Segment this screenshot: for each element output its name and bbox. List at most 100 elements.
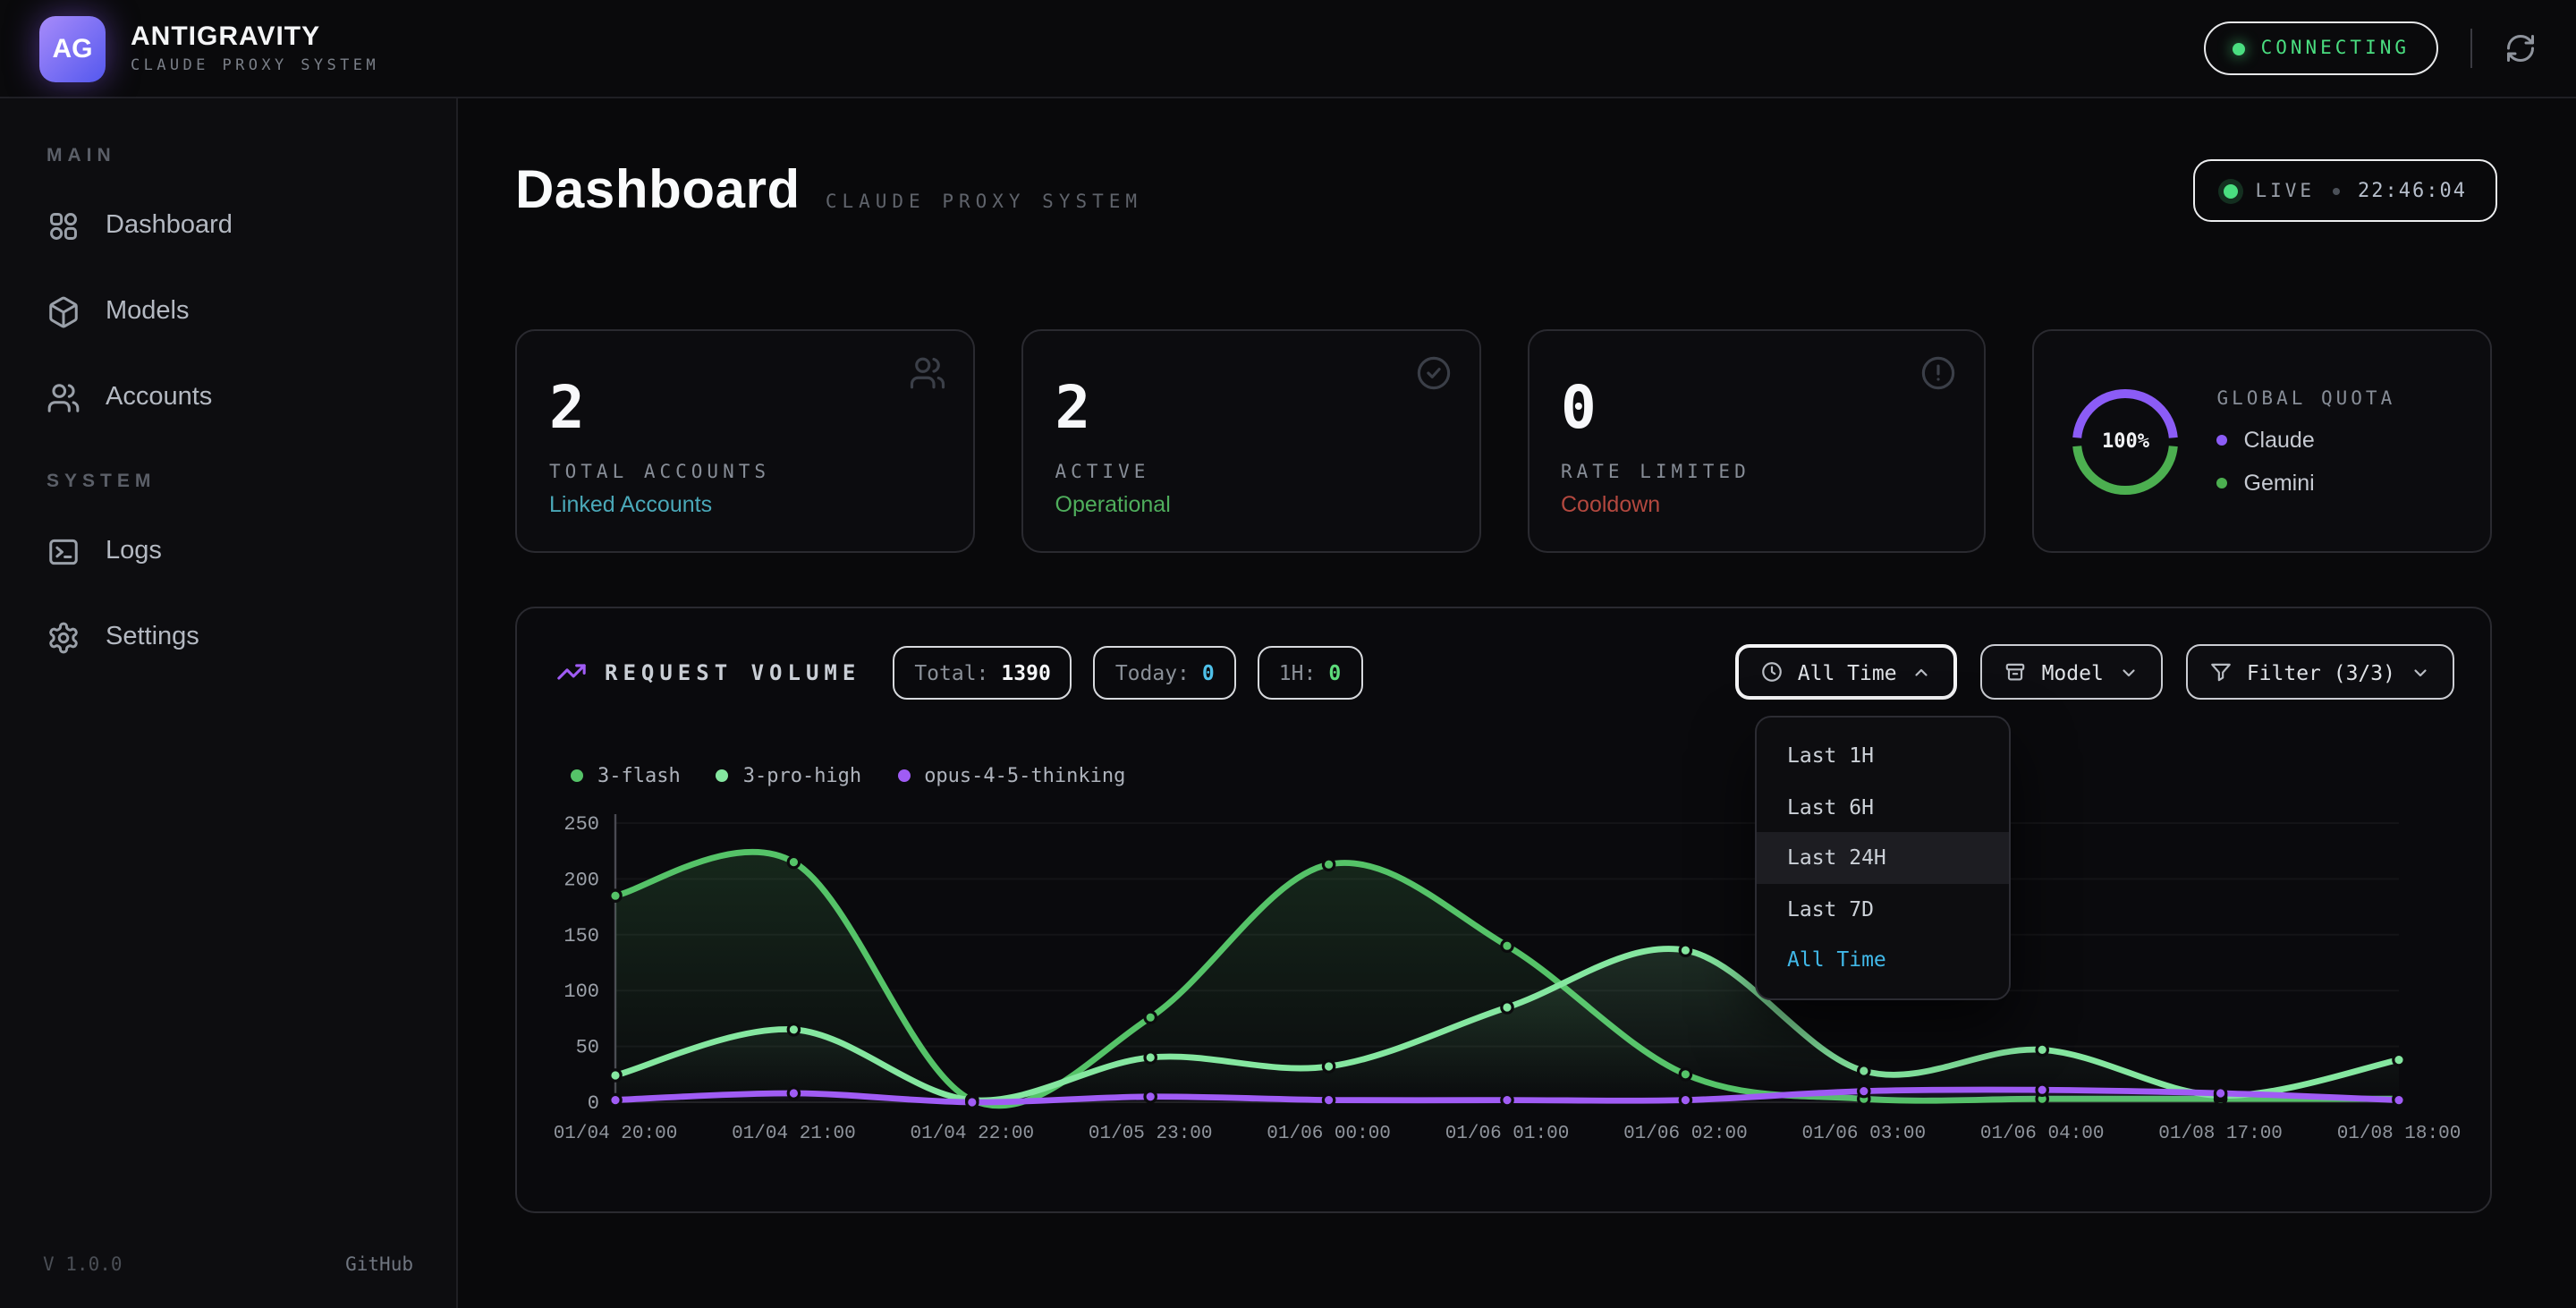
legend-dot-icon — [897, 769, 910, 782]
alert-circle-icon — [1920, 354, 1958, 401]
legend-item-opus[interactable]: opus-4-5-thinking — [897, 764, 1125, 787]
stat-badges: Total: 1390 Today: 0 1H: 0 — [893, 645, 1362, 699]
page-header: Dashboard CLAUDE PROXY SYSTEM LIVE 22:46… — [515, 159, 2497, 222]
page-title: Dashboard — [515, 160, 801, 221]
sidebar-item-label: Accounts — [106, 383, 212, 412]
card-rate-limited: 0 RATE LIMITED Cooldown — [1527, 329, 1987, 553]
badge-label: Total: — [914, 659, 988, 684]
sidebar-item-settings[interactable]: Settings — [21, 603, 435, 671]
stat-label: RATE LIMITED — [1561, 462, 1953, 483]
github-link[interactable]: GitHub — [345, 1254, 413, 1276]
stat-cards-row: 2 TOTAL ACCOUNTS Linked Accounts 2 ACTIV… — [515, 329, 2492, 553]
legend-item-pro-high[interactable]: 3-pro-high — [716, 764, 861, 787]
clock-icon — [1760, 660, 1784, 684]
grid-icon — [47, 208, 80, 242]
spacer — [0, 431, 456, 471]
brand: ANTIGRAVITY CLAUDE PROXY SYSTEM — [131, 22, 379, 74]
sidebar-item-label: Logs — [106, 537, 162, 565]
time-range-menu: Last 1H Last 6H Last 24H Last 7D All Tim… — [1755, 716, 2011, 999]
panel-title-group: REQUEST VOLUME — [556, 657, 860, 687]
panel-header: REQUEST VOLUME Total: 1390 Today: 0 1H: … — [556, 644, 2454, 700]
sidebar-item-logs[interactable]: Logs — [21, 517, 435, 585]
stat-sublabel: Cooldown — [1561, 492, 1953, 517]
legend-item-flash[interactable]: 3-flash — [571, 764, 681, 787]
total-badge: Total: 1390 — [893, 645, 1072, 699]
refresh-button[interactable] — [2504, 32, 2537, 64]
stat-label: ACTIVE — [1055, 462, 1447, 483]
svg-text:0: 0 — [588, 1092, 599, 1115]
sidebar-section-main: MAIN — [0, 145, 456, 170]
menu-item-last-1h[interactable]: Last 1H — [1757, 730, 2009, 781]
svg-text:01/06 00:00: 01/06 00:00 — [1267, 1124, 1391, 1144]
gemini-dot-icon — [2217, 477, 2228, 488]
check-circle-icon — [1414, 354, 1452, 401]
legend-label: 3-pro-high — [743, 764, 861, 787]
page-subtitle: CLAUDE PROXY SYSTEM — [826, 191, 1142, 212]
model-button[interactable]: Model — [1981, 644, 2163, 700]
connection-status-label: CONNECTING — [2261, 38, 2410, 59]
clock-value: 22:46:04 — [2358, 179, 2467, 202]
refresh-icon — [2504, 32, 2537, 64]
menu-item-last-7d[interactable]: Last 7D — [1757, 883, 2009, 934]
chevron-up-icon — [1911, 661, 1933, 683]
svg-text:01/05 23:00: 01/05 23:00 — [1089, 1124, 1213, 1144]
separator-dot-icon — [2333, 187, 2340, 194]
time-range-button[interactable]: All Time — [1735, 644, 1958, 700]
quota-legend: GLOBAL QUOTA Claude Gemini — [2217, 387, 2396, 495]
panel-title: REQUEST VOLUME — [605, 659, 860, 684]
live-dot-icon — [2223, 183, 2237, 198]
card-global-quota: 100% GLOBAL QUOTA Claude Gemini — [2033, 329, 2493, 553]
legend-dot-icon — [571, 769, 583, 782]
card-active: 2 ACTIVE Operational — [1021, 329, 1481, 553]
title-group: Dashboard CLAUDE PROXY SYSTEM — [515, 160, 1142, 221]
trending-up-icon — [556, 657, 587, 687]
quota-title: GLOBAL QUOTA — [2217, 387, 2396, 409]
request-volume-chart: 05010015020025001/04 20:0001/04 21:0001/… — [538, 791, 2479, 1152]
today-badge: Today: 0 — [1094, 645, 1236, 699]
sidebar: MAIN Dashboard Models — [0, 98, 458, 1308]
status-dot-icon — [2233, 42, 2245, 55]
filter-label: Filter (3/3) — [2247, 659, 2395, 684]
top-bar: AG ANTIGRAVITY CLAUDE PROXY SYSTEM CONNE… — [0, 0, 2576, 98]
app-window: AG ANTIGRAVITY CLAUDE PROXY SYSTEM CONNE… — [0, 0, 2576, 1308]
quota-ring: 100% — [2067, 382, 2185, 500]
chart-legend: 3-flash 3-pro-high opus-4-5-thinking — [571, 764, 2490, 787]
filter-button[interactable]: Filter (3/3) — [2186, 644, 2454, 700]
app-title: ANTIGRAVITY — [131, 22, 379, 51]
stat-value: 2 — [549, 378, 941, 438]
app-logo: AG — [39, 15, 106, 81]
svg-text:01/08 17:00: 01/08 17:00 — [2158, 1124, 2283, 1144]
badge-label: Today: — [1115, 659, 1190, 684]
legend-label: opus-4-5-thinking — [924, 764, 1125, 787]
menu-item-last-24h[interactable]: Last 24H — [1757, 832, 2009, 883]
svg-text:50: 50 — [576, 1037, 599, 1059]
topbar-right: CONNECTING — [2204, 21, 2537, 75]
nav-group-main: Dashboard Models Accounts — [0, 191, 456, 431]
sidebar-item-dashboard[interactable]: Dashboard — [21, 191, 435, 259]
menu-item-all-time[interactable]: All Time — [1757, 934, 2009, 985]
sidebar-item-models[interactable]: Models — [21, 277, 435, 345]
badge-value: 1390 — [1001, 659, 1050, 684]
stat-label: TOTAL ACCOUNTS — [549, 462, 941, 483]
chevron-down-icon — [2118, 661, 2140, 683]
svg-text:01/06 04:00: 01/06 04:00 — [1980, 1124, 2105, 1144]
app-subtitle: CLAUDE PROXY SYSTEM — [131, 56, 379, 74]
chevron-down-icon — [2410, 661, 2431, 683]
badge-value: 0 — [1202, 659, 1215, 684]
badge-value: 0 — [1328, 659, 1341, 684]
svg-text:01/08 18:00: 01/08 18:00 — [2337, 1124, 2462, 1144]
logo-text: AG — [53, 33, 93, 64]
legend-label: 3-flash — [597, 764, 681, 787]
sidebar-item-accounts[interactable]: Accounts — [21, 363, 435, 431]
svg-text:01/04 22:00: 01/04 22:00 — [910, 1124, 1034, 1144]
funnel-icon — [2209, 660, 2233, 684]
sidebar-item-label: Models — [106, 297, 190, 326]
legend-dot-icon — [716, 769, 729, 782]
model-label: Model — [2042, 659, 2104, 684]
menu-item-last-6h[interactable]: Last 6H — [1757, 781, 2009, 832]
nav-group-system: Logs Settings — [0, 517, 456, 671]
quota-item-name: Claude — [2244, 427, 2315, 452]
sidebar-footer: V 1.0.0 GitHub — [0, 1254, 456, 1308]
svg-text:200: 200 — [564, 869, 599, 891]
chart-controls: All Time Model — [1735, 644, 2454, 700]
